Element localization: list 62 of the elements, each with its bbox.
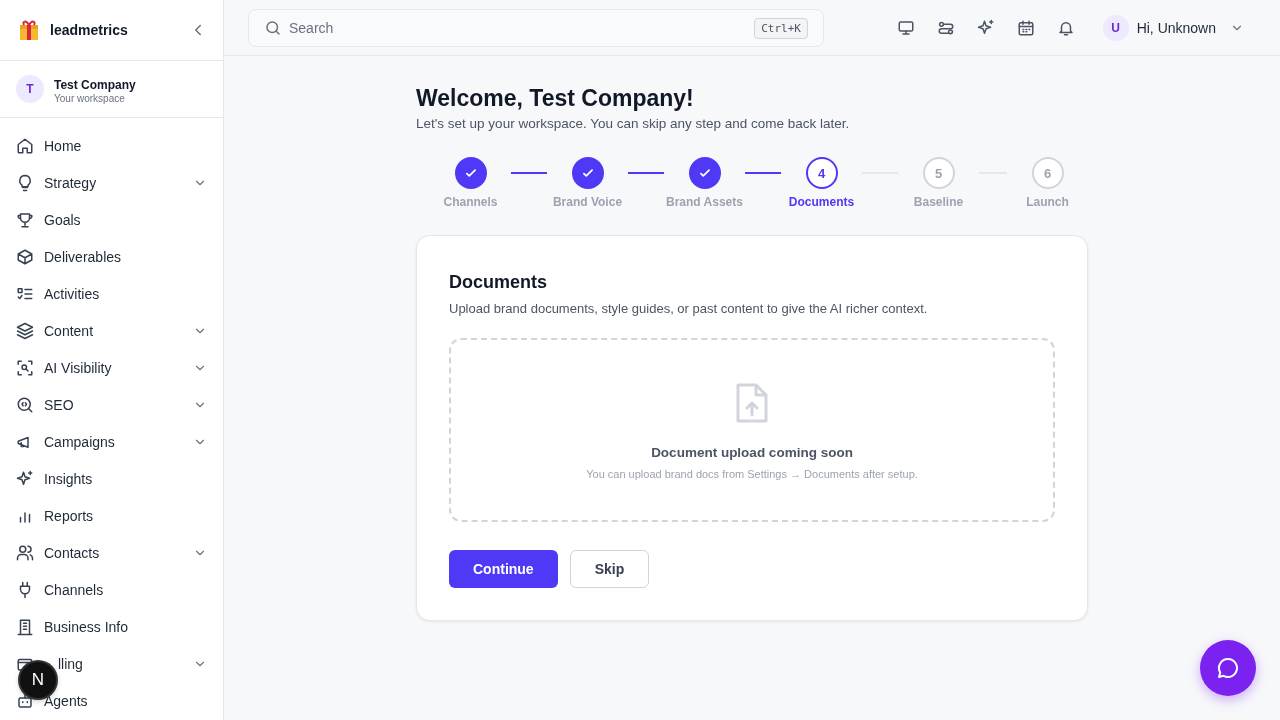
package-icon — [16, 247, 34, 266]
nav-item[interactable]: Reports — [44, 507, 94, 524]
sparkles-button[interactable] — [976, 18, 995, 37]
continue-button[interactable]: Continue — [449, 550, 558, 588]
nav-item[interactable]: lling — [58, 655, 83, 672]
nav-item[interactable]: Insights — [44, 470, 93, 487]
workspace-subtitle: Your workspace — [54, 92, 126, 104]
card-description: Upload brand documents, style guides, or past content to give the AI richer context. — [449, 301, 929, 316]
user-greeting: Hi, Unknown — [1136, 19, 1216, 36]
layers-icon — [16, 321, 34, 340]
user-avatar: U — [1102, 14, 1129, 41]
nav-item[interactable]: Channels — [44, 581, 104, 598]
page-title: Welcome, Test Company! — [416, 84, 695, 112]
step-label: Brand Voice — [552, 195, 623, 209]
user-menu[interactable]: U Hi, Unknown — [1102, 14, 1244, 41]
calendar-icon — [1016, 18, 1035, 37]
trophy-icon — [16, 210, 34, 229]
nav-item[interactable]: Activities — [44, 285, 100, 302]
step-label: Brand Assets — [666, 195, 743, 209]
nav-item[interactable]: Contacts — [44, 544, 100, 561]
step-label: Documents — [788, 195, 855, 209]
page-subtitle: Let's set up your workspace. You can skip any step and come back later. — [416, 116, 851, 131]
nav-item[interactable]: Campaigns — [44, 433, 115, 450]
home-icon — [16, 136, 34, 155]
step-circle: 4 — [805, 157, 838, 189]
check-icon — [697, 166, 712, 180]
check-icon — [463, 166, 478, 180]
step-label: Baseline — [913, 195, 964, 209]
monitor-icon — [896, 18, 915, 37]
calendar-button[interactable] — [1016, 18, 1035, 37]
sparkles-icon — [976, 18, 995, 37]
nav-item[interactable]: Goals — [44, 211, 81, 228]
users-icon — [16, 543, 34, 562]
step-label: Launch — [1026, 195, 1069, 209]
skip-button[interactable]: Skip — [569, 550, 650, 588]
search-icon — [264, 18, 282, 37]
dropzone-note: You can upload brand docs from Settings → Documents after setup. — [586, 467, 918, 480]
brand-name: leadmetrics — [50, 22, 129, 38]
monitor-button[interactable] — [896, 18, 915, 37]
building-icon — [16, 617, 34, 636]
card-title: Documents — [449, 272, 548, 293]
chat-bubble-icon — [1216, 656, 1240, 680]
search-code-icon — [16, 395, 34, 414]
shortcut-hint: Ctrl+K — [754, 17, 808, 39]
nav-item[interactable]: Business Info — [44, 618, 129, 635]
gift-icon — [18, 19, 40, 41]
step-label: Channels — [443, 195, 498, 209]
sparkles-icon — [16, 469, 34, 488]
step-circle: 6 — [1031, 157, 1064, 189]
scan-icon — [16, 358, 34, 377]
dropzone-title: Document upload coming soon — [651, 444, 853, 460]
nav-item[interactable]: Content — [44, 322, 94, 339]
step-circle: 5 — [922, 157, 955, 189]
nav-item[interactable]: Deliverables — [44, 248, 122, 265]
nav-item[interactable]: SEO — [44, 396, 74, 413]
workspace-avatar: T — [16, 75, 44, 103]
lightbulb-icon — [16, 173, 34, 192]
nav-item[interactable]: Home — [44, 137, 82, 154]
nav-item[interactable]: Strategy — [44, 174, 97, 191]
nav-item[interactable]: AI Visibility — [44, 359, 112, 376]
workspace-name: Test Company — [54, 77, 136, 92]
check-icon — [580, 166, 595, 180]
